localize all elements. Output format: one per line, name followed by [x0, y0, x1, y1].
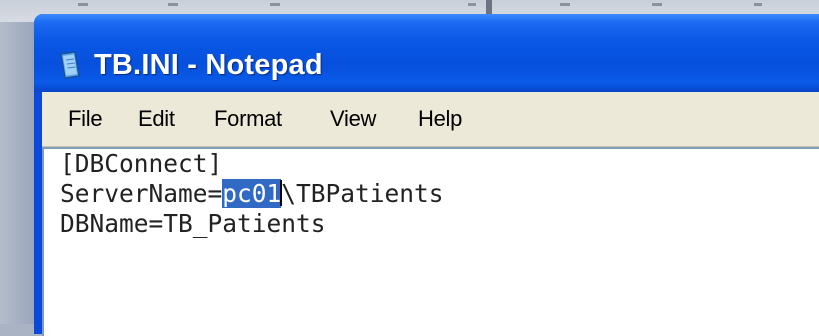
text-line-2-suffix: \TBPatients	[281, 179, 444, 208]
text-line-2-prefix: ServerName=	[60, 179, 223, 208]
menu-edit[interactable]: Edit	[138, 106, 175, 132]
text-line-1: [DBConnect]	[60, 149, 223, 178]
background-left-edge	[0, 22, 34, 324]
background-fragment	[754, 3, 762, 6]
menu-help[interactable]: Help	[418, 106, 462, 132]
background-fragment	[270, 3, 280, 6]
text-line-3: DBName=TB_Patients	[60, 209, 326, 238]
text-line-2: ServerName=pc01\TBPatients	[60, 179, 444, 209]
menu-bar: File Edit Format View Help	[42, 92, 819, 147]
background-fragment	[560, 3, 570, 6]
background-fragment	[468, 3, 476, 6]
background-fragment	[78, 3, 88, 6]
title-bar[interactable]: TB.INI - Notepad	[34, 14, 819, 92]
notepad-window: TB.INI - Notepad File Edit Format View H…	[34, 14, 819, 336]
background-fragment	[168, 3, 178, 6]
selected-text: pc01	[222, 179, 282, 208]
menu-format[interactable]: Format	[214, 106, 282, 132]
window-client-area: File Edit Format View Help [DBConnect] S…	[42, 92, 819, 336]
background-fragment	[486, 0, 492, 14]
window-title: TB.INI - Notepad	[94, 49, 323, 81]
text-editor-area[interactable]: [DBConnect] ServerName=pc01\TBPatients D…	[42, 147, 819, 336]
notepad-icon[interactable]	[58, 50, 82, 80]
menu-file[interactable]: File	[68, 106, 103, 132]
background-fragment	[652, 3, 662, 6]
menu-view[interactable]: View	[330, 106, 376, 132]
